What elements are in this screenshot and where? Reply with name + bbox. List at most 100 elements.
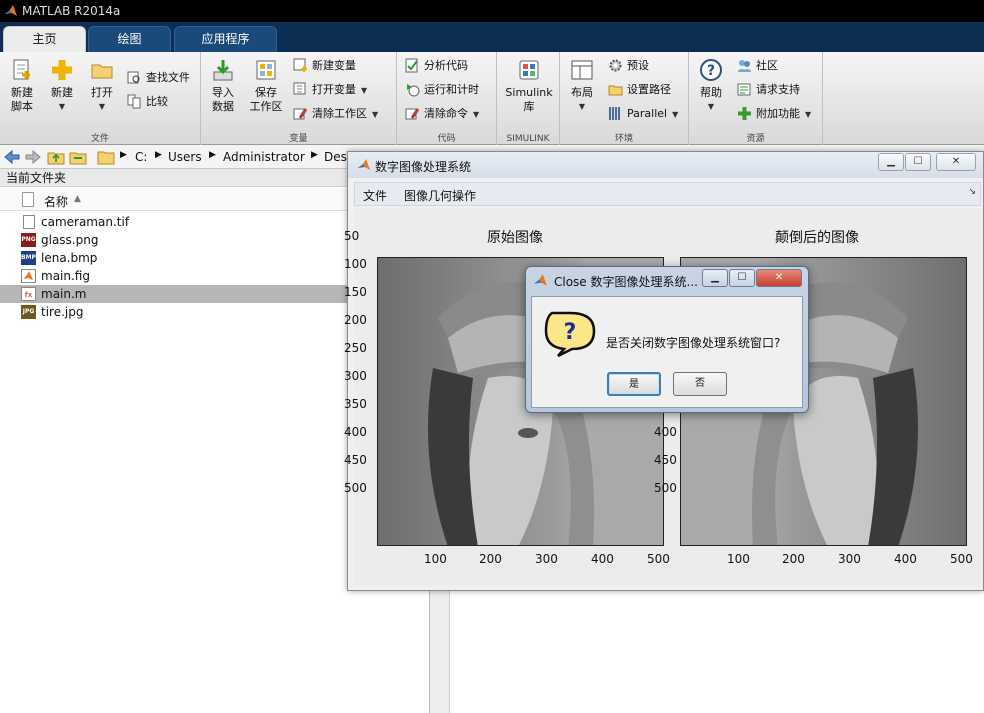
community-button[interactable]: 社区 xyxy=(737,56,778,76)
browse-folder-icon[interactable] xyxy=(69,148,87,166)
question-icon: ? xyxy=(544,311,596,357)
window-title: MATLAB R2014a xyxy=(22,4,121,18)
breadcrumb-separator-icon: ▶ xyxy=(120,150,127,160)
find-files-button[interactable]: 查找文件 xyxy=(127,68,190,88)
folder-icon xyxy=(97,151,115,165)
compare-button[interactable]: 比较 xyxy=(127,92,168,112)
y-tick-label: 500 xyxy=(654,481,677,495)
figure-title: 数字图像处理系统 xyxy=(375,160,472,174)
request-support-button[interactable]: 请求支持 xyxy=(737,80,800,100)
menu-file[interactable]: 文件 xyxy=(363,187,387,204)
open-variable-icon xyxy=(293,82,306,94)
breadcrumb-item[interactable]: Users xyxy=(168,150,202,164)
dialog-title: Close 数字图像处理系统... xyxy=(554,275,698,289)
close-button[interactable]: ✕ xyxy=(936,153,976,171)
no-button[interactable]: 否 xyxy=(673,372,727,396)
jpg-file-icon: JPG xyxy=(21,305,36,319)
dock-arrow-icon[interactable]: ↘ xyxy=(968,187,976,197)
folder-open-icon xyxy=(91,64,113,79)
maximize-button[interactable]: ☐ xyxy=(905,153,931,171)
dialog-minimize-button[interactable]: ▁ xyxy=(702,269,728,287)
right-axes-title: 颠倒后的图像 xyxy=(775,230,859,246)
svg-text:?: ? xyxy=(564,320,577,345)
new-plus-icon xyxy=(52,60,72,80)
layout-icon xyxy=(571,60,593,80)
dialog-close-button[interactable]: ✕ xyxy=(756,269,802,287)
chevron-down-icon: ▼ xyxy=(98,102,106,111)
layout-button[interactable]: 布局 ▼ xyxy=(564,58,600,114)
y-tick-label: 100 xyxy=(344,257,367,271)
clear-workspace-button[interactable]: 清除工作区 ▼ xyxy=(293,104,378,124)
analyze-code-label: 分析代码 xyxy=(424,59,468,72)
maximize-icon: ☐ xyxy=(737,272,747,283)
back-arrow-icon[interactable] xyxy=(3,148,21,166)
open-button[interactable]: 打开 ▼ xyxy=(84,58,120,114)
x-tick-label: 400 xyxy=(591,552,614,566)
open-variable-label: 打开变量 xyxy=(312,83,356,96)
file-group: 新建 脚本 新建 ▼ 打开 ▼ 查找文件 比较 文件 xyxy=(0,52,201,145)
dialog-maximize-button[interactable]: ☐ xyxy=(729,269,755,287)
set-path-button[interactable]: 设置路径 xyxy=(608,80,671,100)
clear-workspace-label: 清除工作区 xyxy=(312,107,367,120)
up-folder-icon[interactable] xyxy=(47,148,65,166)
minimize-icon: ▁ xyxy=(887,156,895,167)
breadcrumb-item[interactable]: C: xyxy=(135,150,147,164)
new-variable-button[interactable]: 新建变量 xyxy=(293,56,356,76)
save-workspace-button[interactable]: 保存 工作区 xyxy=(247,58,285,114)
gear-icon xyxy=(609,59,622,71)
variable-group: 导入 数据 保存 工作区 新建变量 打开变量 ▼ 清除工作区 ▼ 变量 xyxy=(201,52,397,145)
new-label: 新建 xyxy=(51,86,73,99)
new-script-button[interactable]: 新建 脚本 xyxy=(4,58,40,114)
minimize-button[interactable]: ▁ xyxy=(878,153,904,171)
clear-commands-button[interactable]: 清除命令 ▼ xyxy=(405,104,479,124)
left-axes-title: 原始图像 xyxy=(487,230,543,246)
new-variable-label: 新建变量 xyxy=(312,59,356,72)
document-icon xyxy=(22,192,34,207)
command-window-area[interactable] xyxy=(450,590,984,713)
sort-ascending-icon: ▲ xyxy=(74,194,81,204)
tab-home[interactable]: 主页 xyxy=(3,26,86,52)
file-name: glass.png xyxy=(41,233,99,247)
figure-title-bar: 数字图像处理系统 ▁ ☐ ✕ xyxy=(348,152,983,178)
menu-image-geometry[interactable]: 图像几何操作 xyxy=(404,187,476,204)
x-tick-label: 100 xyxy=(727,552,750,566)
tab-plots[interactable]: 绘图 xyxy=(88,26,171,52)
preferences-button[interactable]: 预设 xyxy=(608,56,649,76)
tab-apps[interactable]: 应用程序 xyxy=(174,26,277,52)
forward-arrow-icon[interactable] xyxy=(24,148,42,166)
close-confirm-dialog: Close 数字图像处理系统... ▁ ☐ ✕ ? 是否关闭数字图像处理系统窗口… xyxy=(525,266,809,413)
run-and-time-button[interactable]: 运行和计时 xyxy=(405,80,479,100)
import-data-button[interactable]: 导入 数据 xyxy=(205,58,241,114)
x-tick-label: 500 xyxy=(647,552,670,566)
analyze-code-button[interactable]: 分析代码 xyxy=(405,56,468,76)
y-tick-label: 400 xyxy=(654,425,677,439)
matlab-logo-icon xyxy=(534,274,547,286)
import-data-icon xyxy=(213,60,233,81)
parallel-button[interactable]: Parallel ▼ xyxy=(608,104,678,124)
chevron-down-icon: ▼ xyxy=(805,110,812,119)
new-button[interactable]: 新建 ▼ xyxy=(44,58,80,114)
chevron-down-icon: ▼ xyxy=(578,102,586,111)
add-ons-button[interactable]: 附加功能 ▼ xyxy=(737,104,811,124)
run-and-time-label: 运行和计时 xyxy=(424,83,479,96)
bmp-file-icon: BMP xyxy=(21,251,36,265)
variable-group-label: 变量 xyxy=(289,134,308,144)
y-tick-label: 400 xyxy=(344,425,367,439)
yes-button[interactable]: 是 xyxy=(607,372,661,396)
chevron-down-icon: ▼ xyxy=(473,110,480,119)
x-tick-label: 200 xyxy=(782,552,805,566)
environment-group-label: 环境 xyxy=(614,134,633,144)
simulink-library-icon xyxy=(519,60,539,80)
open-variable-button[interactable]: 打开变量 ▼ xyxy=(293,80,367,100)
dialog-message: 是否关闭数字图像处理系统窗口? xyxy=(606,336,781,350)
resources-group: ? 帮助 ▼ 社区 请求支持 附加功能 ▼ 资源 xyxy=(689,52,823,145)
breadcrumb-item[interactable]: Administrator xyxy=(223,150,305,164)
help-button[interactable]: ? 帮助 ▼ xyxy=(693,58,729,114)
file-group-label: 文件 xyxy=(90,134,109,144)
file-name: main.m xyxy=(41,287,87,301)
ribbon-toolstrip: 新建 脚本 新建 ▼ 打开 ▼ 查找文件 比较 文件 导入 数据 保存 工作区 xyxy=(0,52,984,145)
simulink-library-button[interactable]: Simulink 库 xyxy=(503,58,555,114)
file-name: tire.jpg xyxy=(41,305,84,319)
community-label: 社区 xyxy=(756,59,778,72)
breadcrumb-item[interactable]: Des xyxy=(324,150,347,164)
